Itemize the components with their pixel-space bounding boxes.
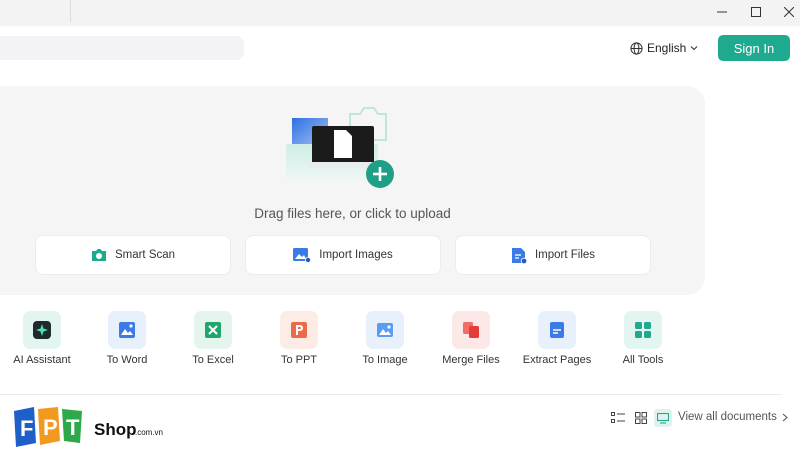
view-all-label: View all documents	[678, 411, 777, 423]
tool-to-image[interactable]: To Image	[343, 311, 427, 371]
maximize-icon	[751, 7, 761, 17]
ppt-icon	[280, 311, 318, 349]
chevron-down-icon	[690, 46, 698, 51]
search-input[interactable]	[0, 36, 244, 60]
image-icon	[366, 311, 404, 349]
svg-text:P: P	[43, 415, 58, 440]
maximize-button[interactable]	[738, 0, 774, 24]
language-selector[interactable]: English	[630, 41, 698, 55]
close-icon	[784, 7, 794, 17]
merge-icon	[452, 311, 490, 349]
tool-to-excel[interactable]: To Excel	[171, 311, 255, 371]
tool-label: To Excel	[192, 354, 234, 366]
tool-label: To Image	[362, 354, 408, 366]
smart-scan-button[interactable]: Smart Scan	[35, 235, 231, 275]
grid-apps-icon	[624, 311, 662, 349]
tool-merge-files[interactable]: Merge Files	[429, 311, 513, 371]
import-images-button[interactable]: Import Images	[245, 235, 441, 275]
list-view-button[interactable]	[609, 409, 627, 427]
import-files-button[interactable]: Import Files	[455, 235, 651, 275]
tool-label: Merge Files	[442, 354, 500, 366]
image-import-icon	[293, 248, 312, 263]
tool-label: AI Assistant	[13, 354, 71, 366]
minimize-button[interactable]	[704, 0, 740, 24]
ai-sparkle-icon	[23, 311, 61, 349]
section-divider	[0, 394, 782, 395]
tool-label: Extract Pages	[522, 354, 592, 366]
tool-label: To PPT	[280, 354, 318, 366]
app-window: English Sign In Drag files here, or clic…	[0, 0, 800, 450]
excel-icon	[194, 311, 232, 349]
tool-to-ppt[interactable]: To PPT	[257, 311, 341, 371]
tool-extract-pages[interactable]: Extract Pages	[515, 311, 599, 371]
grid-view-icon	[635, 412, 647, 424]
import-images-label: Import Images	[319, 249, 393, 261]
smart-scan-label: Smart Scan	[114, 249, 176, 261]
tool-to-word[interactable]: To Word	[85, 311, 169, 371]
close-button[interactable]	[771, 0, 800, 24]
grid-view-button[interactable]	[632, 409, 650, 427]
tab-separator	[70, 0, 71, 22]
view-all-documents-link[interactable]: View all documents	[678, 411, 788, 423]
chevron-right-icon	[782, 413, 788, 421]
fpt-shop-logo: F P T Shop .com.vn	[14, 407, 163, 447]
svg-text:Shop: Shop	[94, 420, 137, 439]
import-files-label: Import Files	[534, 249, 596, 261]
globe-icon	[630, 41, 643, 55]
list-view-icon	[611, 412, 625, 423]
camera-icon	[91, 249, 106, 261]
extract-icon	[538, 311, 576, 349]
drop-hint-text: Drag files here, or click to upload	[254, 206, 451, 221]
tool-ai-assistant[interactable]: AI Assistant	[0, 311, 84, 371]
svg-text:F: F	[20, 416, 33, 441]
tool-label: To Word	[106, 354, 148, 366]
sign-in-button[interactable]: Sign In	[718, 35, 790, 61]
language-label: English	[647, 41, 687, 55]
svg-text:T: T	[66, 415, 80, 440]
title-bar	[0, 0, 800, 26]
tool-label: All Tools	[622, 354, 664, 366]
monitor-icon	[657, 412, 669, 424]
documents-view-button[interactable]	[654, 409, 672, 427]
file-import-icon	[511, 247, 527, 264]
minimize-icon	[717, 11, 727, 13]
word-icon	[108, 311, 146, 349]
upload-illustration-icon	[286, 107, 394, 188]
tool-all-tools[interactable]: All Tools	[601, 311, 685, 371]
svg-text:.com.vn: .com.vn	[135, 428, 163, 437]
